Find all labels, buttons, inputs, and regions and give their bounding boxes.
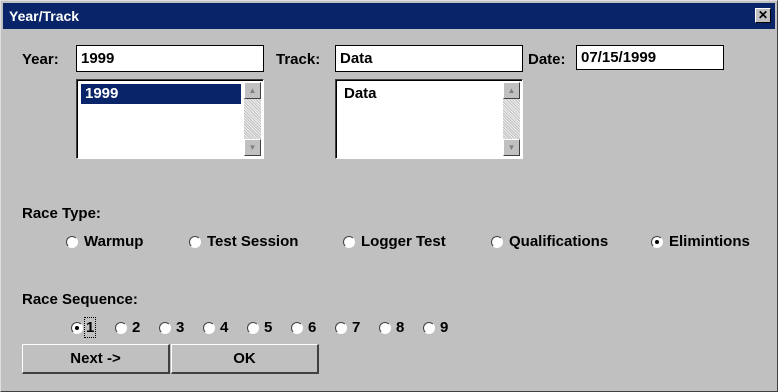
title-bar: Year/Track ✕ xyxy=(3,3,775,29)
radio-icon[interactable] xyxy=(159,321,171,334)
race-type-warmup[interactable]: Warmup xyxy=(66,233,143,250)
scroll-up-icon[interactable]: ▲ xyxy=(503,82,520,99)
radio-label: 4 xyxy=(220,319,229,336)
radio-label: 9 xyxy=(440,319,449,336)
race-type-test-session[interactable]: Test Session xyxy=(189,233,298,250)
close-icon: ✕ xyxy=(757,8,769,22)
track-listbox[interactable]: Data ▲ ▼ xyxy=(335,79,523,159)
radio-label: 8 xyxy=(396,319,405,336)
race-sequence-9[interactable]: 9 xyxy=(423,319,448,336)
scroll-up-icon[interactable]: ▲ xyxy=(244,82,261,99)
radio-icon[interactable] xyxy=(423,321,435,334)
radio-label: Qualifications xyxy=(509,233,609,250)
radio-label: Logger Test xyxy=(361,233,446,250)
track-scrollbar[interactable]: ▲ ▼ xyxy=(503,82,520,156)
radio-label: Test Session xyxy=(207,233,299,250)
race-sequence-6[interactable]: 6 xyxy=(291,319,316,336)
radio-icon[interactable] xyxy=(203,321,215,334)
track-label: Track: xyxy=(276,51,321,68)
year-scrollbar[interactable]: ▲ ▼ xyxy=(244,82,261,156)
race-type-logger-test[interactable]: Logger Test xyxy=(343,233,446,250)
race-sequence-label: Race Sequence: xyxy=(22,291,138,308)
race-sequence-7[interactable]: 7 xyxy=(335,319,360,336)
radio-label: 3 xyxy=(176,319,185,336)
scroll-down-icon[interactable]: ▼ xyxy=(503,139,520,156)
race-sequence-1[interactable]: 1 xyxy=(71,317,97,338)
race-sequence-8[interactable]: 8 xyxy=(379,319,404,336)
radio-label: 2 xyxy=(132,319,141,336)
year-listbox[interactable]: 1999 ▲ ▼ xyxy=(76,79,264,159)
radio-icon[interactable] xyxy=(379,321,391,334)
year-label: Year: xyxy=(22,51,59,68)
date-input[interactable]: 07/15/1999 xyxy=(576,45,724,70)
ok-button[interactable]: OK xyxy=(171,344,319,374)
race-sequence-4[interactable]: 4 xyxy=(203,319,228,336)
race-sequence-3[interactable]: 3 xyxy=(159,319,184,336)
radio-label: 1 xyxy=(83,317,97,338)
radio-checked-icon[interactable] xyxy=(71,321,83,334)
radio-label: 7 xyxy=(352,319,361,336)
track-list-item[interactable]: Data xyxy=(340,84,377,104)
scroll-down-icon[interactable]: ▼ xyxy=(244,139,261,156)
year-input[interactable]: 1999 xyxy=(76,45,264,72)
date-label: Date: xyxy=(528,51,566,68)
year-track-dialog: Year/Track ✕ Year: 1999 1999 ▲ ▼ Track: … xyxy=(0,0,778,392)
race-type-qualifications[interactable]: Qualifications xyxy=(491,233,608,250)
radio-icon[interactable] xyxy=(66,235,78,248)
radio-icon[interactable] xyxy=(343,235,355,248)
close-button[interactable]: ✕ xyxy=(755,8,771,23)
radio-label: Elimintions xyxy=(669,233,750,250)
radio-icon[interactable] xyxy=(291,321,303,334)
race-sequence-2[interactable]: 2 xyxy=(115,319,140,336)
radio-icon[interactable] xyxy=(247,321,259,334)
radio-label: 6 xyxy=(308,319,317,336)
radio-icon[interactable] xyxy=(335,321,347,334)
race-sequence-5[interactable]: 5 xyxy=(247,319,272,336)
window-title: Year/Track xyxy=(9,8,80,24)
track-input[interactable]: Data xyxy=(335,45,523,72)
radio-label: Warmup xyxy=(84,233,144,250)
year-list-item[interactable]: 1999 xyxy=(81,84,241,104)
radio-checked-icon[interactable] xyxy=(651,235,663,248)
race-type-label: Race Type: xyxy=(22,205,101,222)
race-type-elimintions[interactable]: Elimintions xyxy=(651,233,750,250)
radio-label: 5 xyxy=(264,319,273,336)
radio-icon[interactable] xyxy=(491,235,503,248)
radio-icon[interactable] xyxy=(189,235,201,248)
next-button[interactable]: Next -> xyxy=(22,344,170,374)
radio-icon[interactable] xyxy=(115,321,127,334)
